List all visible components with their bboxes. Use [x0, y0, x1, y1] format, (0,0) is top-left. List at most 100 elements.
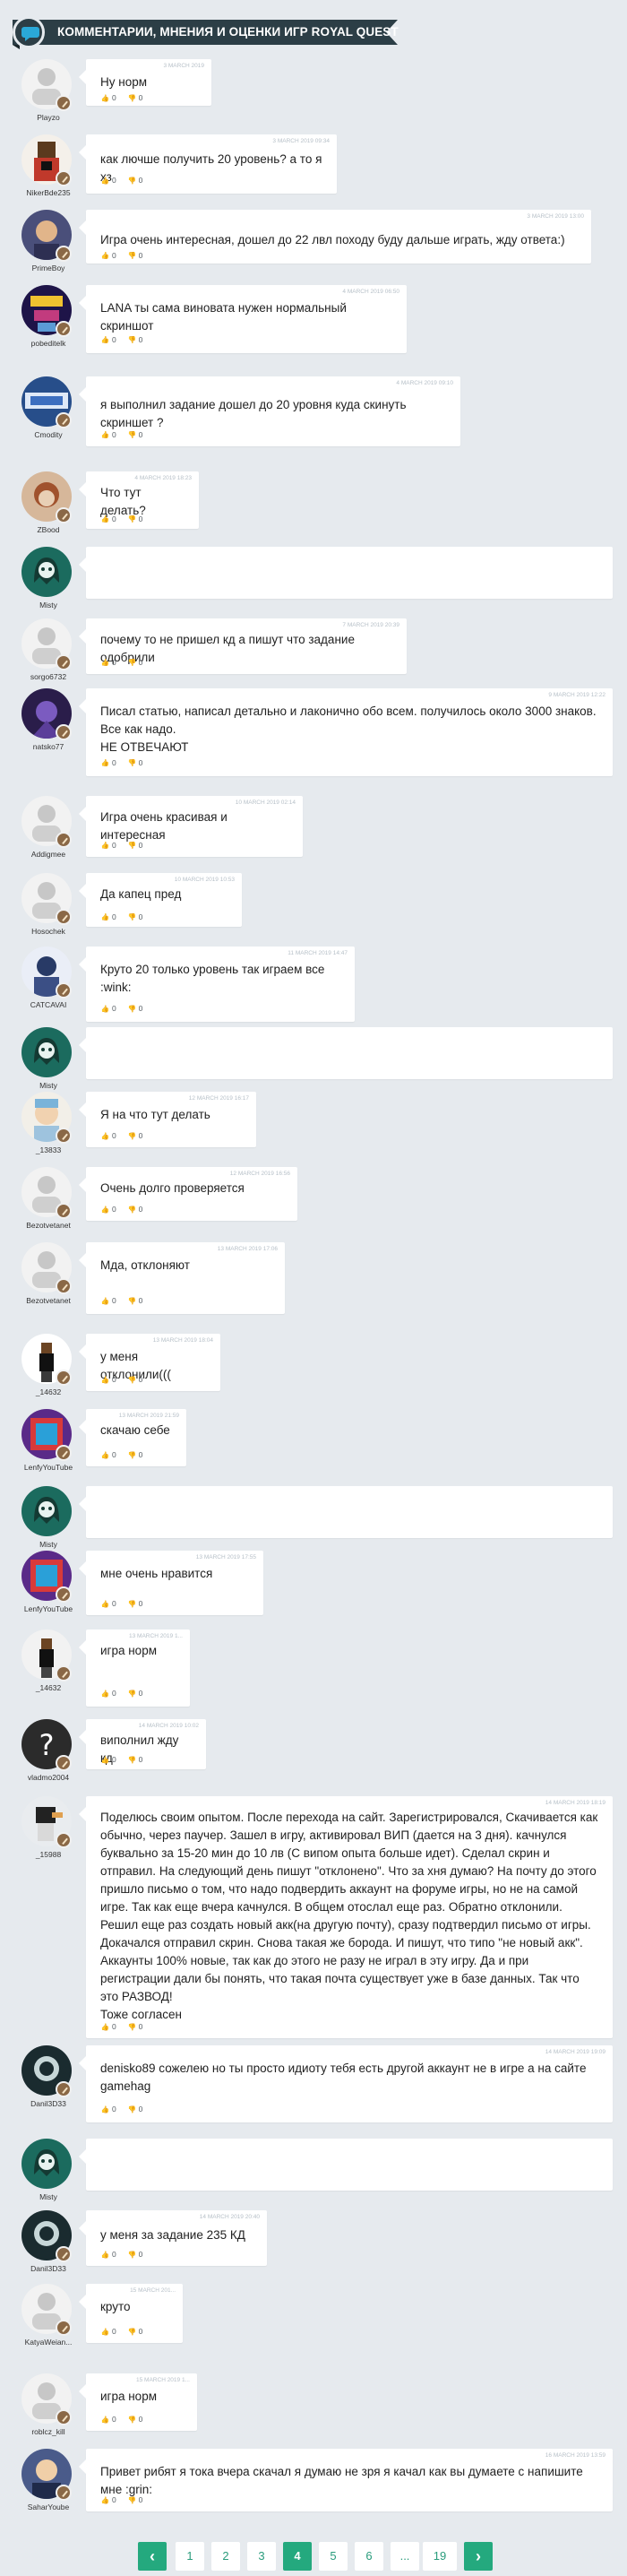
page-button-5[interactable]: 5 — [319, 2542, 348, 2571]
username[interactable]: Playzo — [13, 113, 84, 122]
like-button[interactable]: 👍 0 — [100, 1755, 116, 1765]
like-button[interactable]: 👍 0 — [100, 758, 116, 768]
like-button[interactable]: 👍 0 — [100, 2022, 116, 2032]
dislike-count: 0 — [138, 658, 143, 667]
dislike-button[interactable]: 👎 0 — [127, 176, 142, 186]
dislike-button[interactable]: 👎 0 — [127, 2327, 142, 2337]
dislike-button[interactable]: 👎 0 — [127, 335, 142, 345]
rank-badge-icon — [56, 1586, 72, 1603]
comment-date: 15 MARCH 2019 1... — [136, 2377, 190, 2383]
comment-bubble: 15 MARCH 201... круто 👍 0 👎 0 — [79, 2284, 183, 2343]
like-button[interactable]: 👍 0 — [100, 841, 116, 851]
username[interactable]: Misty — [13, 1540, 84, 1549]
dislike-button[interactable]: 👎 0 — [127, 2495, 142, 2505]
avatar[interactable] — [21, 1486, 72, 1536]
like-button[interactable]: 👍 0 — [100, 1375, 116, 1385]
dislike-button[interactable]: 👎 0 — [127, 1205, 142, 1215]
dislike-button[interactable]: 👎 0 — [127, 1004, 142, 1014]
like-button[interactable]: 👍 0 — [100, 1131, 116, 1141]
dislike-button[interactable]: 👎 0 — [127, 758, 142, 768]
username[interactable]: Misty — [13, 601, 84, 609]
thumbs-down-icon: 👎 — [127, 2415, 136, 2424]
username[interactable]: sorgo6732 — [13, 672, 84, 681]
dislike-button[interactable]: 👎 0 — [127, 2250, 142, 2260]
like-button[interactable]: 👍 0 — [100, 1205, 116, 1215]
like-button[interactable]: 👍 0 — [100, 1689, 116, 1699]
username[interactable]: Misty — [13, 1081, 84, 1090]
username[interactable]: LenfyYouTube — [13, 1463, 84, 1472]
comment-item: _14632 13 MARCH 2019 18:04 у меня отклонил… — [0, 1334, 627, 1398]
dislike-button[interactable]: 👎 0 — [127, 1375, 142, 1385]
comment-text: Я на что тут делать — [100, 1108, 210, 1121]
username[interactable]: vladmo2004 — [13, 1773, 84, 1782]
username[interactable]: Hosochek — [13, 927, 84, 936]
username[interactable]: Bezotvetanet — [13, 1296, 84, 1305]
dislike-button[interactable]: 👎 0 — [127, 2022, 142, 2032]
username[interactable]: KatyaWeian... — [13, 2338, 84, 2347]
like-button[interactable]: 👍 0 — [100, 176, 116, 186]
dislike-button[interactable]: 👎 0 — [127, 1689, 142, 1699]
username[interactable]: Cmodity — [13, 430, 84, 439]
username[interactable]: NikerBde235 — [13, 188, 84, 197]
username[interactable]: _14632 — [13, 1683, 84, 1692]
username[interactable]: _15988 — [13, 1850, 84, 1859]
username[interactable]: _13833 — [13, 1145, 84, 1154]
dislike-button[interactable]: 👎 0 — [127, 251, 142, 261]
like-button[interactable]: 👍 0 — [100, 251, 116, 261]
username[interactable]: SaharYoube — [13, 2503, 84, 2511]
page-button-3[interactable]: 3 — [247, 2542, 276, 2571]
username[interactable]: roblcz_kill — [13, 2427, 84, 2436]
avatar[interactable] — [21, 2139, 72, 2189]
like-button[interactable]: 👍 0 — [100, 1004, 116, 1014]
like-button[interactable]: 👍 0 — [100, 912, 116, 922]
like-button[interactable]: 👍 0 — [100, 2415, 116, 2425]
username[interactable]: pobeditelk — [13, 339, 84, 348]
username[interactable]: natsko77 — [13, 742, 84, 751]
like-button[interactable]: 👍 0 — [100, 1450, 116, 1460]
next-page-button[interactable]: › — [464, 2542, 493, 2571]
dislike-button[interactable]: 👎 0 — [127, 841, 142, 851]
dislike-button[interactable]: 👎 0 — [127, 1599, 142, 1609]
prev-page-button[interactable]: ‹ — [138, 2542, 167, 2571]
dislike-button[interactable]: 👎 0 — [127, 1131, 142, 1141]
like-button[interactable]: 👍 0 — [100, 2105, 116, 2114]
like-button[interactable]: 👍 0 — [100, 335, 116, 345]
dislike-button[interactable]: 👎 0 — [127, 912, 142, 922]
username[interactable]: Danil3D33 — [13, 2099, 84, 2108]
dislike-button[interactable]: 👎 0 — [127, 1450, 142, 1460]
dislike-button[interactable]: 👎 0 — [127, 93, 142, 103]
like-button[interactable]: 👍 0 — [100, 1599, 116, 1609]
like-button[interactable]: 👍 0 — [100, 93, 116, 103]
like-button[interactable]: 👍 0 — [100, 2250, 116, 2260]
page-button-19[interactable]: 19 — [423, 2542, 457, 2571]
username[interactable]: Danil3D33 — [13, 2264, 84, 2273]
username[interactable]: LenfyYouTube — [13, 1604, 84, 1613]
username[interactable]: PrimeBoy — [13, 264, 84, 272]
dislike-button[interactable]: 👎 0 — [127, 1755, 142, 1765]
username[interactable]: Misty — [13, 2192, 84, 2201]
page-button-2[interactable]: 2 — [211, 2542, 240, 2571]
username[interactable]: Bezotvetanet — [13, 1221, 84, 1230]
like-button[interactable]: 👍 0 — [100, 2327, 116, 2337]
username[interactable]: ZBood — [13, 525, 84, 534]
username[interactable]: _14632 — [13, 1387, 84, 1396]
like-button[interactable]: 👍 0 — [100, 514, 116, 524]
page-button-1[interactable]: 1 — [176, 2542, 204, 2571]
dislike-button[interactable]: 👎 0 — [127, 658, 143, 668]
like-button[interactable]: 👍 0 — [100, 658, 116, 668]
dislike-button[interactable]: 👎 0 — [127, 514, 142, 524]
like-button[interactable]: 👍 0 — [100, 2495, 116, 2505]
avatar[interactable] — [21, 547, 72, 597]
page-button-4[interactable]: 4 — [283, 2542, 312, 2571]
like-button[interactable]: 👍 0 — [100, 430, 116, 440]
page-button-6[interactable]: 6 — [355, 2542, 383, 2571]
dislike-button[interactable]: 👎 0 — [127, 2105, 142, 2114]
comment-text: скачаю себе — [100, 1423, 170, 1437]
dislike-button[interactable]: 👎 0 — [127, 430, 142, 440]
dislike-button[interactable]: 👎 0 — [127, 2415, 142, 2425]
username[interactable]: CATCAVAI — [13, 1000, 84, 1009]
username[interactable]: Addigmee — [13, 850, 84, 859]
dislike-button[interactable]: 👎 0 — [127, 1296, 142, 1306]
avatar[interactable] — [21, 1027, 72, 1077]
like-button[interactable]: 👍 0 — [100, 1296, 116, 1306]
